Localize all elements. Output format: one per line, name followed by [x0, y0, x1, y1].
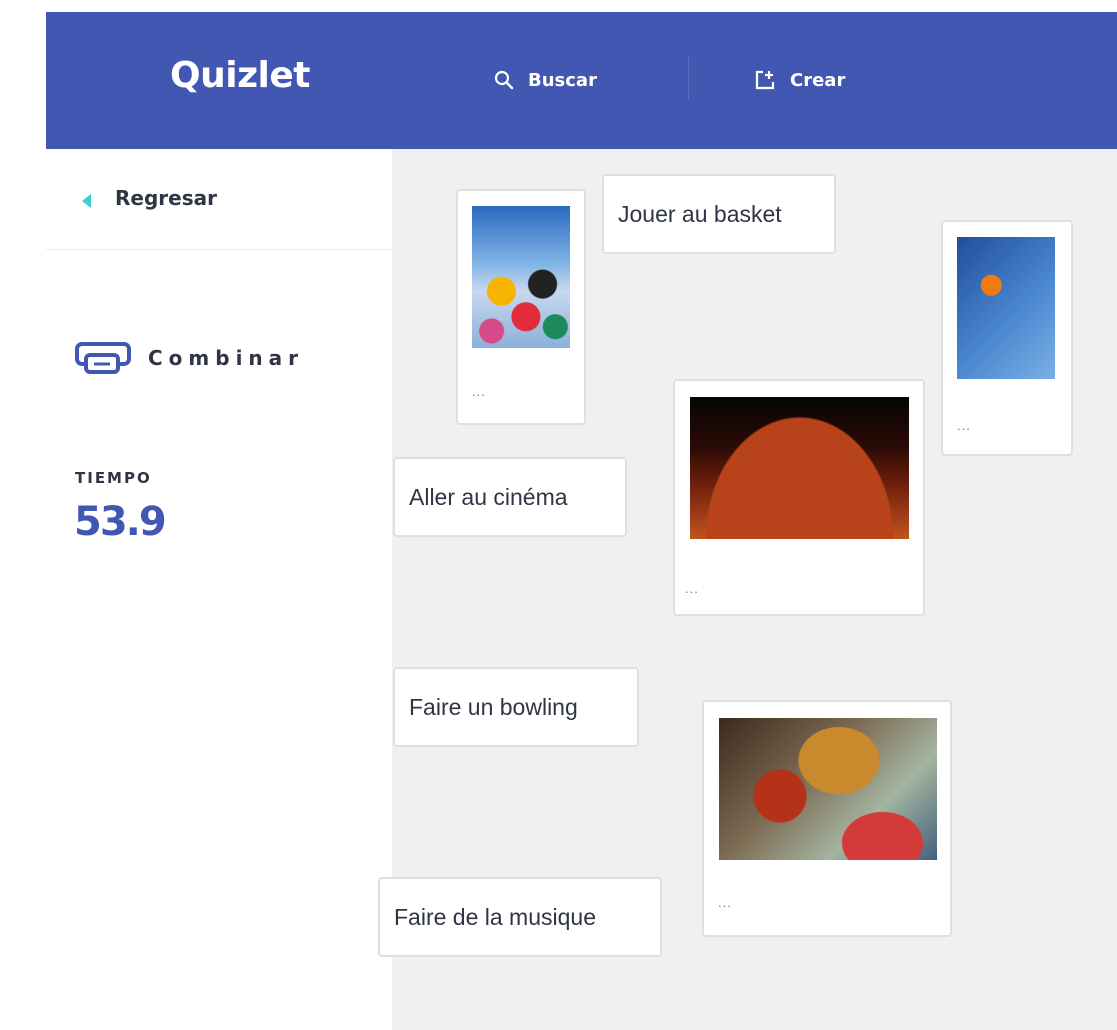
top-header: Quizlet Buscar Crear	[46, 12, 1117, 149]
term-label: Aller au cinéma	[409, 483, 568, 510]
match-mode-icon	[75, 342, 131, 374]
match-board: ... Jouer au basket ... ... Aller au cin…	[378, 149, 1117, 1030]
create-button[interactable]: Crear	[754, 64, 845, 96]
term-card-aller-au-cinema[interactable]: Aller au cinéma	[393, 457, 627, 537]
back-label: Regresar	[115, 186, 217, 210]
create-label: Crear	[790, 69, 846, 91]
term-label: Faire un bowling	[409, 693, 578, 720]
card-caption: ...	[472, 384, 486, 399]
card-caption: ...	[957, 418, 971, 433]
image-card-music[interactable]: ...	[702, 700, 952, 937]
back-arrow-icon	[82, 194, 91, 208]
image-card-bowling[interactable]: ...	[456, 189, 586, 425]
search-button[interactable]: Buscar	[494, 64, 597, 96]
back-button[interactable]: Regresar	[46, 149, 392, 250]
mode-indicator: Combinar	[74, 341, 304, 375]
time-label: TIEMPO	[75, 469, 152, 487]
term-label: Jouer au basket	[618, 200, 782, 227]
term-card-faire-un-bowling[interactable]: Faire un bowling	[393, 667, 639, 747]
sidebar: Regresar Combinar TIEMPO 53.9	[46, 149, 392, 1030]
image-card-basketball[interactable]: ...	[941, 220, 1073, 456]
search-icon	[494, 70, 514, 90]
term-card-faire-de-la-musique[interactable]: Faire de la musique	[378, 877, 662, 957]
card-caption: ...	[718, 895, 732, 910]
time-value: 53.9	[74, 499, 167, 545]
nav-divider	[688, 56, 689, 100]
card-caption: ...	[685, 581, 699, 596]
mode-label: Combinar	[148, 346, 305, 370]
search-label: Buscar	[528, 69, 597, 91]
image-card-cinema[interactable]: ...	[673, 379, 925, 616]
term-label: Faire de la musique	[394, 903, 596, 930]
basketball-image	[957, 237, 1055, 379]
create-icon	[755, 70, 775, 90]
quizlet-logo[interactable]: Quizlet	[170, 55, 311, 96]
bowling-image	[472, 206, 570, 348]
music-image	[719, 718, 937, 860]
term-card-jouer-au-basket[interactable]: Jouer au basket	[602, 174, 836, 254]
cinema-image	[690, 397, 909, 539]
